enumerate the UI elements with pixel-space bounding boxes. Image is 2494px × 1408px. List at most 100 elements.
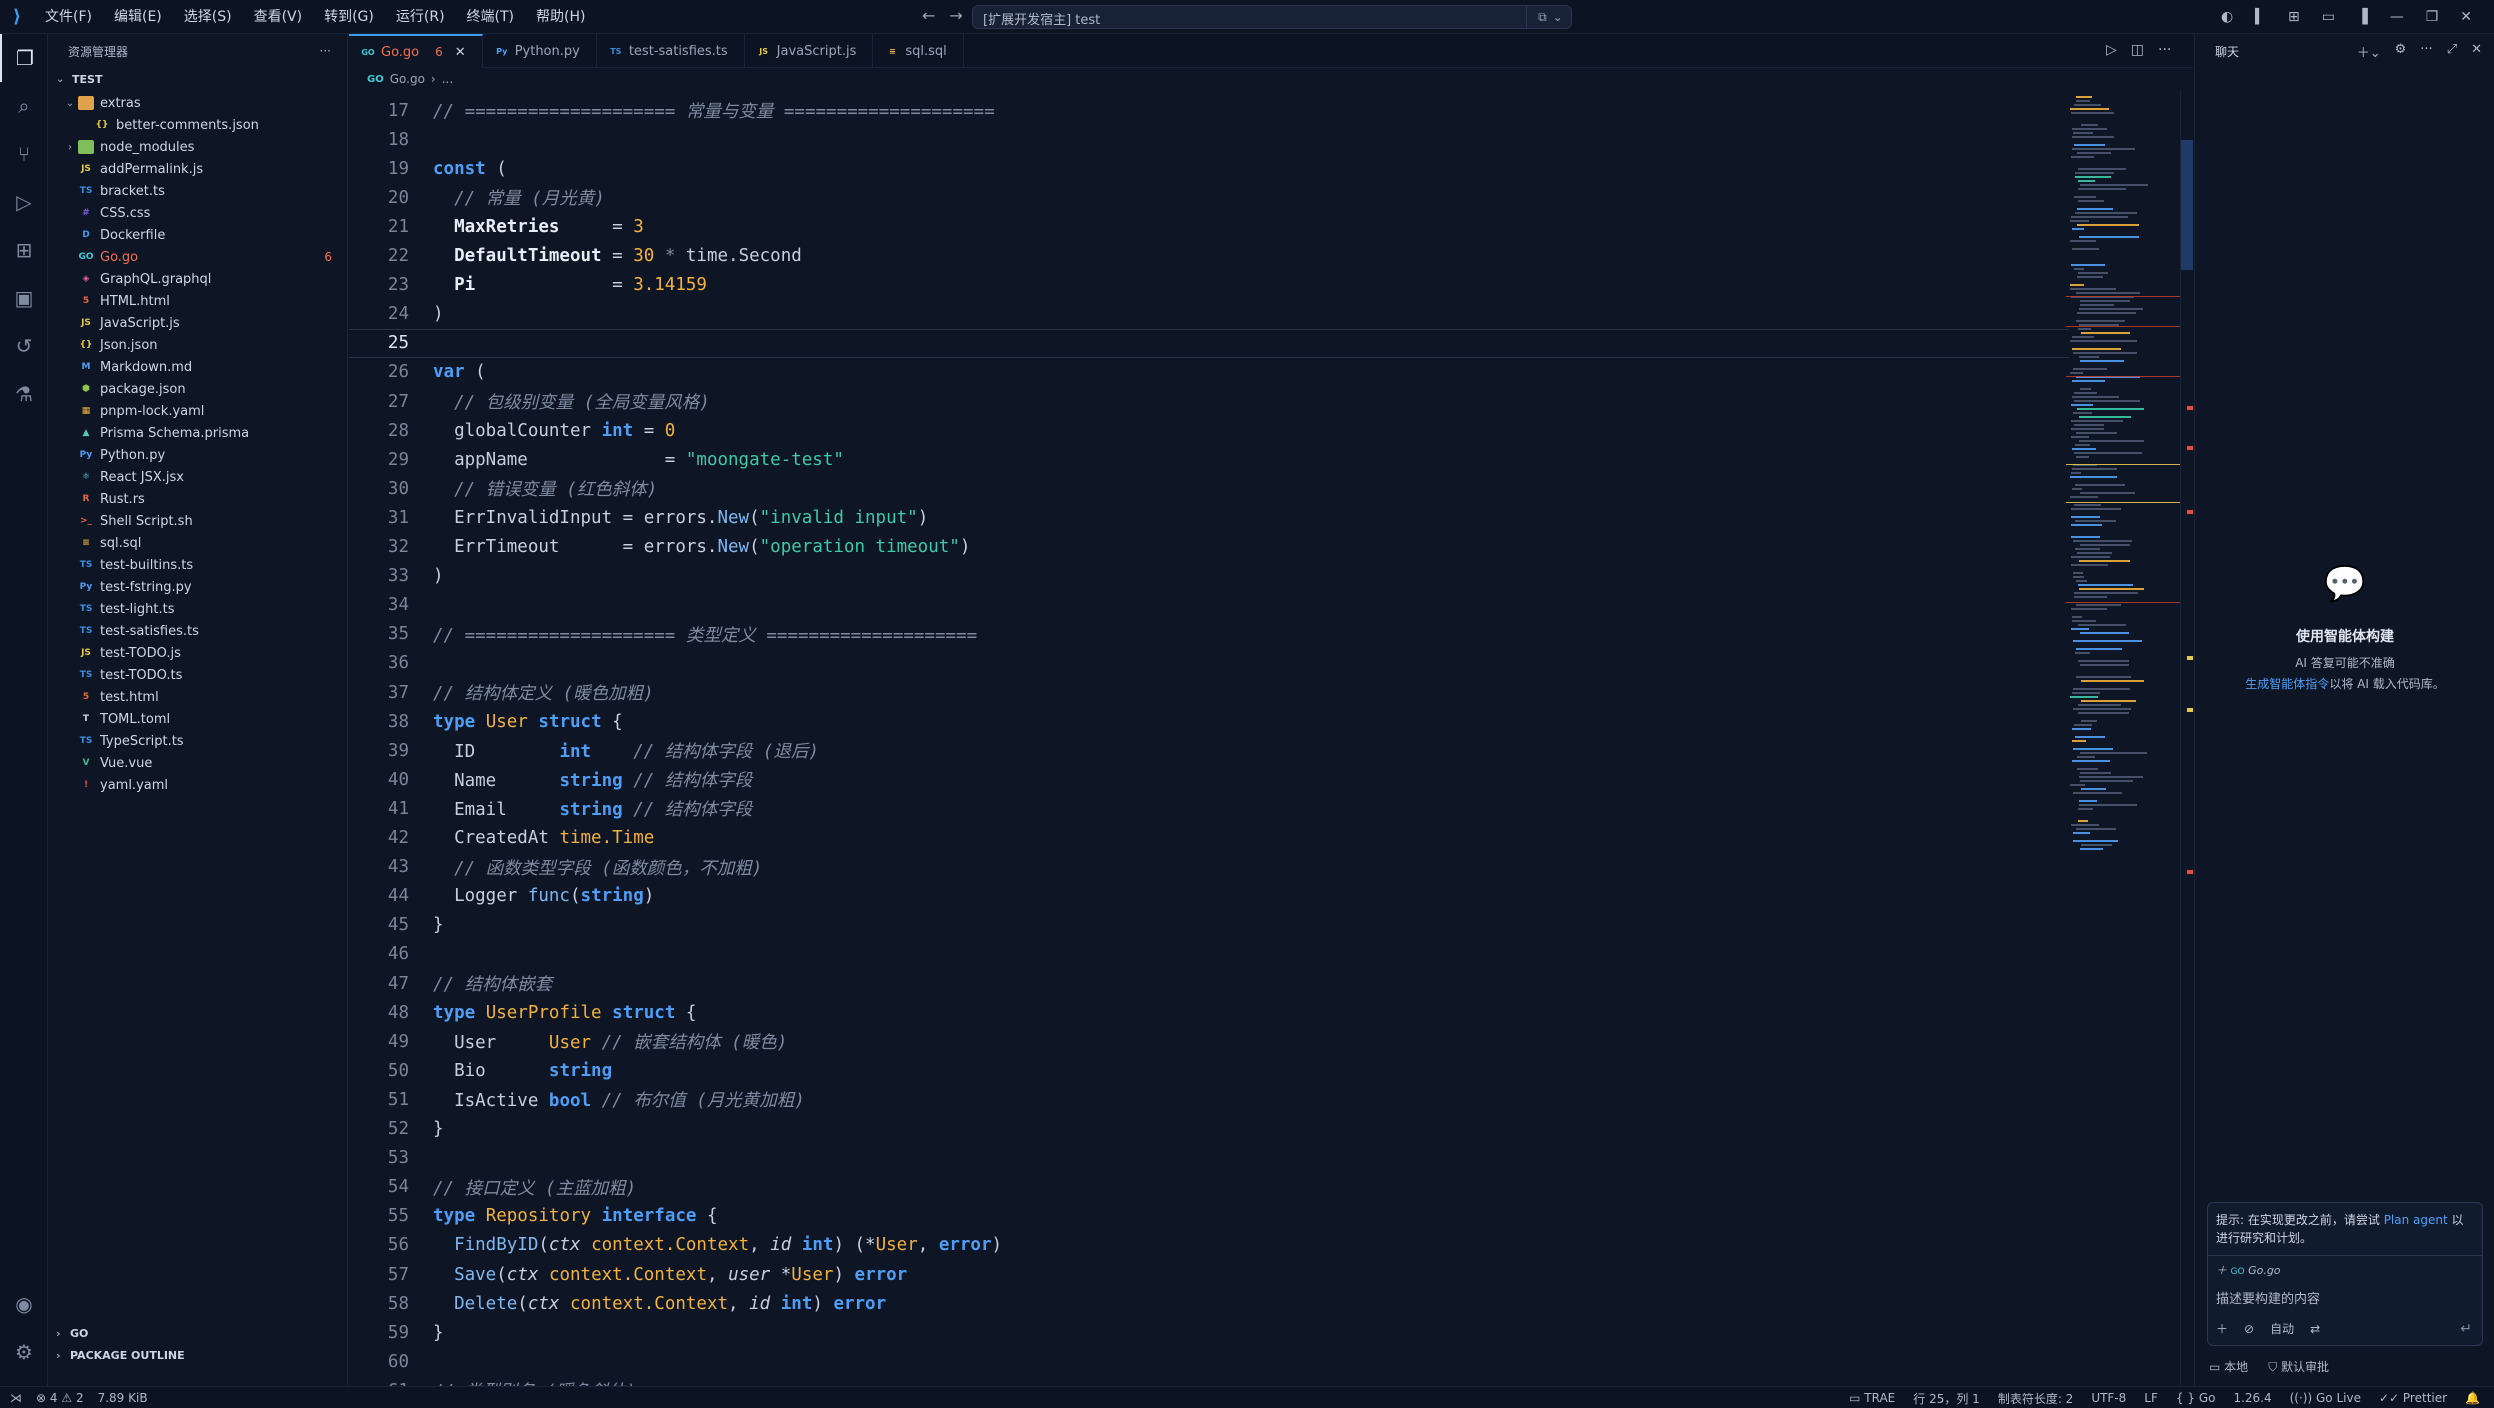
code-line[interactable]: 35 // ==================== 类型定义 =========… <box>349 620 2069 649</box>
breadcrumb-file[interactable]: Go.go <box>390 72 425 86</box>
send-icon[interactable]: ↵ <box>2460 1321 2472 1337</box>
restore-icon[interactable]: ❐ <box>2426 9 2439 25</box>
code-line[interactable]: 49 User User // 嵌套结构体 (暖色) <box>349 1027 2069 1056</box>
code-line[interactable]: 32 ErrTimeout = errors.New("operation ti… <box>349 533 2069 562</box>
source-control-icon[interactable]: ⑂ <box>0 130 48 178</box>
toggle-panel-icon[interactable]: ▭ <box>2322 9 2335 25</box>
remote-explorer-icon[interactable]: ▣ <box>0 274 48 322</box>
tree-item[interactable]: V Vue.vue <box>48 752 348 774</box>
session-target[interactable]: ▭ 本地 <box>2209 1358 2248 1375</box>
prettier[interactable]: ✓✓ Prettier <box>2379 1391 2447 1405</box>
minimize-icon[interactable]: — <box>2390 9 2404 25</box>
editor-tab[interactable]: TS test-satisfies.ts <box>597 34 745 68</box>
code-line[interactable]: 45} <box>349 911 2069 940</box>
scrollbar-thumb[interactable] <box>2181 140 2193 270</box>
go-live[interactable]: ((·)) Go Live <box>2290 1391 2361 1405</box>
code-line[interactable]: 29 appName = "moongate-test" <box>349 445 2069 474</box>
tree-item[interactable]: ▲ Prisma Schema.prisma <box>48 422 348 444</box>
tree-item[interactable]: JS test-TODO.js <box>48 642 348 664</box>
tree-item[interactable]: ! yaml.yaml <box>48 774 348 796</box>
code-line[interactable]: 21 MaxRetries = 3 <box>349 212 2069 241</box>
code-line[interactable]: 46 <box>349 940 2069 969</box>
vertical-scrollbar[interactable] <box>2180 90 2193 1386</box>
chevron-down-icon[interactable]: ⌄ <box>1553 10 1563 24</box>
add-attachment-icon[interactable]: ＋ <box>2216 1320 2228 1337</box>
tree-item[interactable]: TS TypeScript.ts <box>48 730 348 752</box>
toggle-secondary-sidebar-icon[interactable]: ▐ <box>2357 9 2368 25</box>
more-actions-icon[interactable]: ··· <box>320 44 331 58</box>
breadcrumb-symbol[interactable]: ... <box>442 72 453 86</box>
code-line[interactable]: 31 ErrInvalidInput = errors.New("invalid… <box>349 503 2069 532</box>
code-editor[interactable]: 17 // ==================== 常量与变量 ========… <box>349 96 2069 1386</box>
tree-item[interactable]: TS bracket.ts <box>48 180 348 202</box>
code-line[interactable]: 20 // 常量 (月光黄) <box>349 183 2069 212</box>
code-line[interactable]: 19 const ( <box>349 154 2069 183</box>
code-line[interactable]: 18 <box>349 125 2069 154</box>
menu-item-3[interactable]: 查看(V) <box>243 0 314 34</box>
menu-item-0[interactable]: 文件(F) <box>34 0 103 34</box>
section-go[interactable]: › GO <box>48 1322 348 1344</box>
notifications-bell-icon[interactable]: 🔔 <box>2465 1391 2480 1405</box>
tree-item[interactable]: 5 HTML.html <box>48 290 348 312</box>
code-line[interactable]: 37 // 结构体定义 (暖色加粗) <box>349 678 2069 707</box>
code-line[interactable]: 44 Logger func(string) <box>349 882 2069 911</box>
code-line[interactable]: 39 ID int // 结构体字段 (退后) <box>349 736 2069 765</box>
code-line[interactable]: 38 type User struct { <box>349 707 2069 736</box>
add-context-icon[interactable]: ＋ <box>2216 1264 2227 1277</box>
search-icon[interactable]: ⌕ <box>0 82 48 130</box>
code-line[interactable]: 59} <box>349 1318 2069 1347</box>
agent-mode-icon[interactable]: ⊘ <box>2244 1322 2254 1336</box>
close-window-icon[interactable]: ✕ <box>2460 9 2472 25</box>
tree-item[interactable]: Py Python.py <box>48 444 348 466</box>
code-line[interactable]: 25 <box>349 328 2069 358</box>
code-line[interactable]: 33) <box>349 562 2069 591</box>
code-line[interactable]: 52} <box>349 1115 2069 1144</box>
tree-item[interactable]: T TOML.toml <box>48 708 348 730</box>
tree-item[interactable]: # CSS.css <box>48 202 348 224</box>
editor-tab[interactable]: GO Go.go 6 ✕ <box>349 34 483 68</box>
more-actions-icon[interactable]: ··· <box>2158 42 2171 58</box>
tree-item[interactable]: ⌄ extras <box>48 92 348 114</box>
menu-item-7[interactable]: 帮助(H) <box>525 0 596 34</box>
menu-item-5[interactable]: 运行(R) <box>385 0 456 34</box>
menu-item-1[interactable]: 编辑(E) <box>103 0 173 34</box>
code-line[interactable]: 47 // 结构体嵌套 <box>349 969 2069 998</box>
run-debug-icon[interactable]: ▷ <box>0 178 48 226</box>
workspace-root[interactable]: ⌄ TEST <box>48 68 347 90</box>
code-line[interactable]: 43 // 函数类型字段 (函数颜色，不加粗) <box>349 853 2069 882</box>
remote-icon[interactable]: ⋊ <box>10 1391 22 1405</box>
code-line[interactable]: 23 Pi = 3.14159 <box>349 271 2069 300</box>
split-editor-icon[interactable]: ◫ <box>2131 42 2144 58</box>
section-package-outline[interactable]: › PACKAGE OUTLINE <box>48 1344 348 1366</box>
tree-item[interactable]: M Markdown.md <box>48 356 348 378</box>
cursor-position[interactable]: 行 25，列 1 <box>1913 1390 1980 1407</box>
account-icon[interactable]: ◉ <box>0 1280 48 1328</box>
tree-item[interactable]: 5 test.html <box>48 686 348 708</box>
tree-item[interactable]: ⬢ package.json <box>48 378 348 400</box>
new-chat-icon[interactable]: ＋⌄ <box>2357 42 2381 61</box>
testing-icon[interactable]: ⚗ <box>0 370 48 418</box>
code-line[interactable]: 55 type Repository interface { <box>349 1202 2069 1231</box>
approval-mode[interactable]: ⛉ 默认审批 <box>2268 1358 2329 1375</box>
tab-size[interactable]: 制表符长度: 2 <box>1998 1390 2074 1407</box>
timeline-icon[interactable]: ↺ <box>0 322 48 370</box>
code-line[interactable]: 51 IsActive bool // 布尔值 (月光黄加粗) <box>349 1085 2069 1114</box>
tree-item[interactable]: ◈ GraphQL.graphql <box>48 268 348 290</box>
tree-item[interactable]: TS test-TODO.ts <box>48 664 348 686</box>
tree-item[interactable]: TS test-satisfies.ts <box>48 620 348 642</box>
maximize-icon[interactable]: ⤢ <box>2447 42 2457 61</box>
tools-icon[interactable]: ⇄ <box>2310 1322 2320 1336</box>
language-mode[interactable]: { } Go <box>2176 1391 2216 1405</box>
chat-prompt-input[interactable]: 描述要构建的内容 <box>2208 1284 2482 1311</box>
code-line[interactable]: 48 type UserProfile struct { <box>349 998 2069 1027</box>
generate-instructions-link[interactable]: 生成智能体指令 <box>2245 677 2329 691</box>
tree-item[interactable]: R Rust.rs <box>48 488 348 510</box>
code-line[interactable]: 56 FindByID(ctx context.Context, id int)… <box>349 1231 2069 1260</box>
close-icon[interactable]: ✕ <box>2471 42 2482 61</box>
menu-item-2[interactable]: 选择(S) <box>173 0 243 34</box>
tree-item[interactable]: Py test-fstring.py <box>48 576 348 598</box>
tree-item[interactable]: › node_modules <box>48 136 348 158</box>
code-line[interactable]: 41 Email string // 结构体字段 <box>349 794 2069 823</box>
code-line[interactable]: 26 var ( <box>349 358 2069 387</box>
code-line[interactable]: 34 <box>349 591 2069 620</box>
